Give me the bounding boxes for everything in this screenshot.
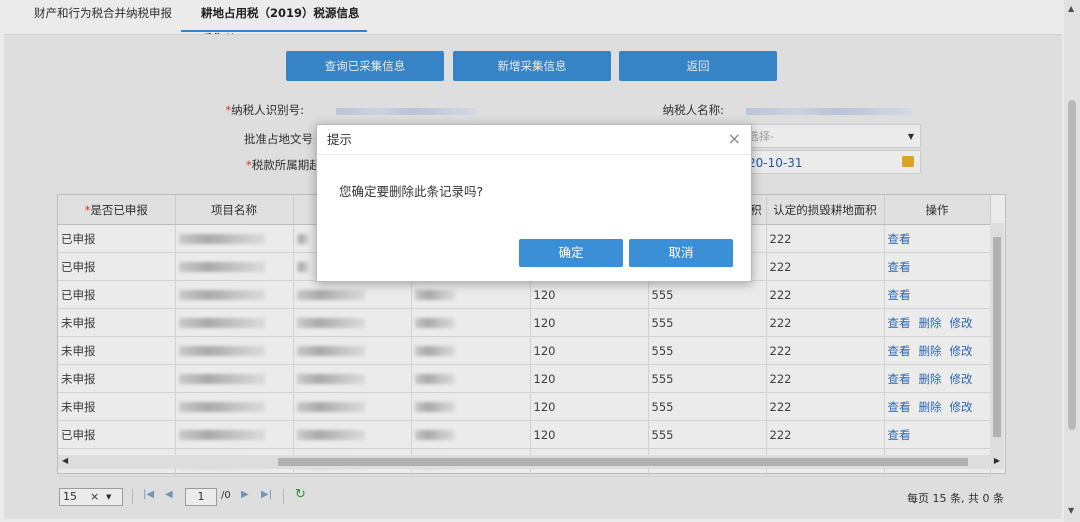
dialog-title: 提示 (317, 125, 751, 155)
dialog-message: 您确定要删除此条记录吗? (339, 184, 484, 199)
close-icon[interactable]: × (728, 131, 741, 147)
confirm-dialog: 提示 × 您确定要删除此条记录吗? 确定 取消 (316, 124, 752, 282)
cancel-button[interactable]: 取消 (629, 239, 733, 267)
confirm-button[interactable]: 确定 (519, 239, 623, 267)
